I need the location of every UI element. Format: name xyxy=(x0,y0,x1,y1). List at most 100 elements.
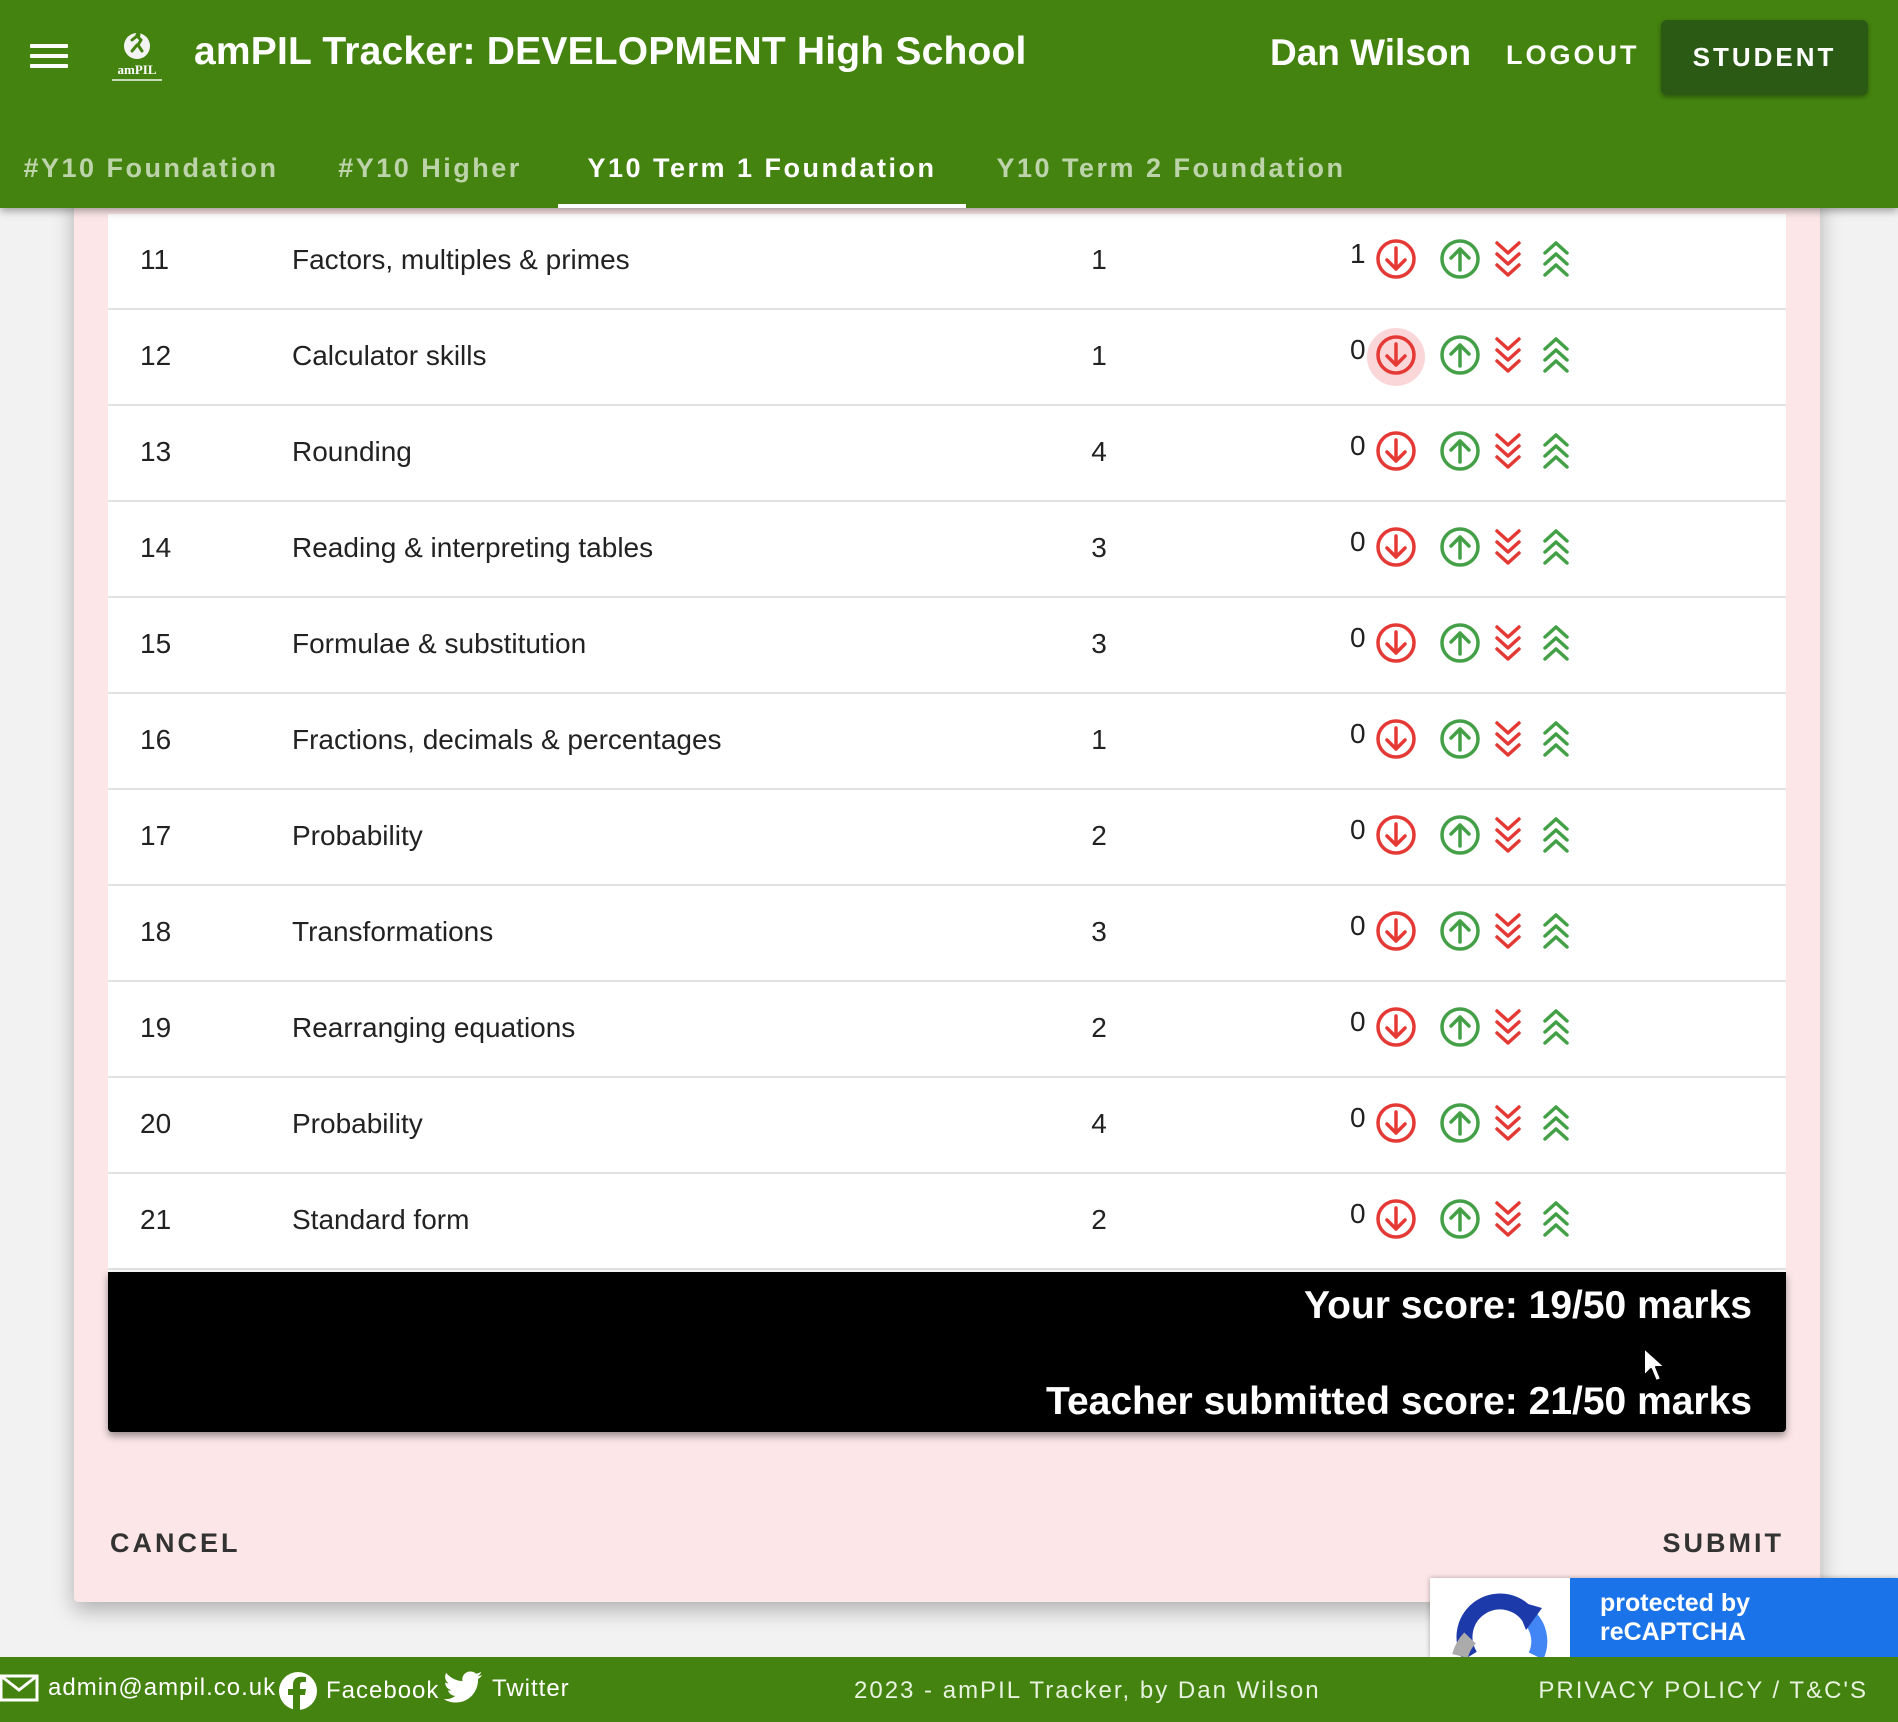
question-number: 12 xyxy=(140,340,172,371)
decrease-score-button[interactable] xyxy=(1374,238,1418,283)
increase-score-button[interactable] xyxy=(1438,622,1482,667)
increase-score-button[interactable] xyxy=(1438,334,1482,381)
set-min-score-button[interactable] xyxy=(1486,431,1530,475)
decrease-score-button[interactable] xyxy=(1374,1198,1418,1243)
table-row: 11 Factors, multiples & primes 1 1 xyxy=(108,214,1786,310)
question-number: 15 xyxy=(140,628,172,659)
set-min-score-button[interactable] xyxy=(1486,815,1530,859)
arrow-up-circle-icon xyxy=(1439,334,1481,381)
tab-y10-higher[interactable]: #Y10 Higher xyxy=(302,128,558,208)
arrow-up-circle-icon xyxy=(1439,1198,1481,1245)
increase-score-button[interactable] xyxy=(1438,814,1482,859)
decrease-score-button[interactable] xyxy=(1367,328,1425,386)
decrease-score-button[interactable] xyxy=(1374,622,1418,667)
increase-score-button[interactable] xyxy=(1438,1102,1482,1147)
increase-score-button[interactable] xyxy=(1438,1006,1482,1053)
set-max-score-button[interactable] xyxy=(1534,335,1578,379)
question-number: 17 xyxy=(140,820,172,851)
set-max-score-button[interactable] xyxy=(1534,815,1578,859)
double-chevron-up-icon xyxy=(1539,431,1573,476)
set-max-score-button[interactable] xyxy=(1534,527,1578,571)
question-topic: Rearranging equations xyxy=(292,1012,576,1043)
your-score: Your score: 19/50 marks xyxy=(1303,1284,1752,1327)
arrow-up-circle-icon xyxy=(1439,238,1481,285)
question-topic: Transformations xyxy=(292,916,494,947)
tab-y10-foundation[interactable]: #Y10 Foundation xyxy=(0,128,302,208)
question-topic: Factors, multiples & primes xyxy=(292,244,630,275)
set-min-score-button[interactable] xyxy=(1486,1007,1530,1051)
question-max-marks: 2 xyxy=(1091,820,1107,851)
menu-icon[interactable] xyxy=(30,40,70,72)
footer-facebook-link[interactable]: Facebook xyxy=(278,1671,439,1711)
ampil-logo[interactable]: amPIL xyxy=(104,26,170,86)
set-max-score-button[interactable] xyxy=(1534,623,1578,667)
set-max-score-button[interactable] xyxy=(1534,1199,1578,1243)
double-chevron-down-icon xyxy=(1491,1199,1525,1244)
question-number: 21 xyxy=(140,1204,172,1235)
submit-button[interactable]: SUBMIT xyxy=(1663,1528,1785,1559)
question-topic: Standard form xyxy=(292,1204,470,1235)
set-max-score-button[interactable] xyxy=(1534,1103,1578,1147)
increase-score-button[interactable] xyxy=(1438,238,1482,285)
double-chevron-up-icon xyxy=(1539,911,1573,956)
question-score: 0 xyxy=(1350,334,1366,365)
table-row: 16 Fractions, decimals & percentages 1 0 xyxy=(108,694,1786,790)
set-max-score-button[interactable] xyxy=(1534,911,1578,955)
set-min-score-button[interactable] xyxy=(1486,911,1530,955)
footer: admin@ampil.co.uk Facebook Twitter 2023 … xyxy=(0,1657,1898,1722)
set-max-score-button[interactable] xyxy=(1534,719,1578,763)
decrease-score-button[interactable] xyxy=(1374,430,1418,477)
set-min-score-button[interactable] xyxy=(1486,527,1530,571)
increase-score-button[interactable] xyxy=(1438,910,1482,957)
set-max-score-button[interactable] xyxy=(1534,431,1578,475)
question-topic: Reading & interpreting tables xyxy=(292,532,654,563)
decrease-score-button[interactable] xyxy=(1374,910,1418,955)
logo-text: amPIL xyxy=(118,62,157,77)
set-max-score-button[interactable] xyxy=(1534,239,1578,283)
mouse-cursor-icon xyxy=(1643,1347,1666,1382)
footer-twitter-link[interactable]: Twitter xyxy=(442,1671,570,1707)
arrow-down-circle-icon xyxy=(1375,718,1417,765)
set-min-score-button[interactable] xyxy=(1486,1199,1530,1243)
arrow-up-circle-icon xyxy=(1439,1006,1481,1053)
decrease-score-button[interactable] xyxy=(1374,1006,1418,1051)
tab-y10-term1-foundation[interactable]: Y10 Term 1 Foundation xyxy=(558,128,966,208)
table-row: 15 Formulae & substitution 3 0 xyxy=(108,598,1786,694)
arrow-down-circle-icon xyxy=(1375,430,1417,477)
increase-score-button[interactable] xyxy=(1438,1198,1482,1245)
double-chevron-up-icon xyxy=(1539,815,1573,860)
set-min-score-button[interactable] xyxy=(1486,1103,1530,1147)
cancel-button[interactable]: CANCEL xyxy=(110,1528,241,1559)
mail-icon xyxy=(0,1674,39,1702)
set-min-score-button[interactable] xyxy=(1486,335,1530,379)
score-summary: Your score: 19/50 marks Teacher submitte… xyxy=(108,1272,1786,1432)
double-chevron-up-icon xyxy=(1539,1103,1573,1148)
decrease-score-button[interactable] xyxy=(1374,814,1418,859)
decrease-score-button[interactable] xyxy=(1374,1102,1418,1147)
arrow-up-circle-icon xyxy=(1439,718,1481,765)
set-max-score-button[interactable] xyxy=(1534,1007,1578,1051)
question-topic: Probability xyxy=(292,1108,423,1139)
increase-score-button[interactable] xyxy=(1438,718,1482,765)
increase-score-button[interactable] xyxy=(1438,430,1482,475)
double-chevron-down-icon xyxy=(1491,1007,1525,1052)
question-number: 11 xyxy=(140,244,170,275)
logout-button[interactable]: LOGOUT xyxy=(1506,40,1640,71)
set-min-score-button[interactable] xyxy=(1486,623,1530,667)
question-max-marks: 4 xyxy=(1091,1108,1107,1139)
footer-email-link[interactable]: admin@ampil.co.uk xyxy=(0,1673,276,1703)
set-min-score-button[interactable] xyxy=(1486,239,1530,283)
tab-y10-term2-foundation[interactable]: Y10 Term 2 Foundation xyxy=(966,128,1376,208)
recaptcha-badge[interactable]: protected by reCAPTCHA xyxy=(1430,1578,1898,1658)
decrease-score-button[interactable] xyxy=(1374,526,1418,571)
double-chevron-up-icon xyxy=(1539,623,1573,668)
question-topic: Formulae & substitution xyxy=(292,628,587,659)
decrease-score-button[interactable] xyxy=(1374,718,1418,765)
set-min-score-button[interactable] xyxy=(1486,719,1530,763)
student-button[interactable]: STUDENT xyxy=(1661,20,1868,95)
privacy-policy-link[interactable]: PRIVACY POLICY / T&C'S xyxy=(1538,1677,1868,1705)
recaptcha-label: protected by reCAPTCHA xyxy=(1570,1578,1898,1658)
arrow-up-circle-icon xyxy=(1439,910,1481,957)
question-topic: Calculator skills xyxy=(292,340,487,371)
increase-score-button[interactable] xyxy=(1438,526,1482,571)
